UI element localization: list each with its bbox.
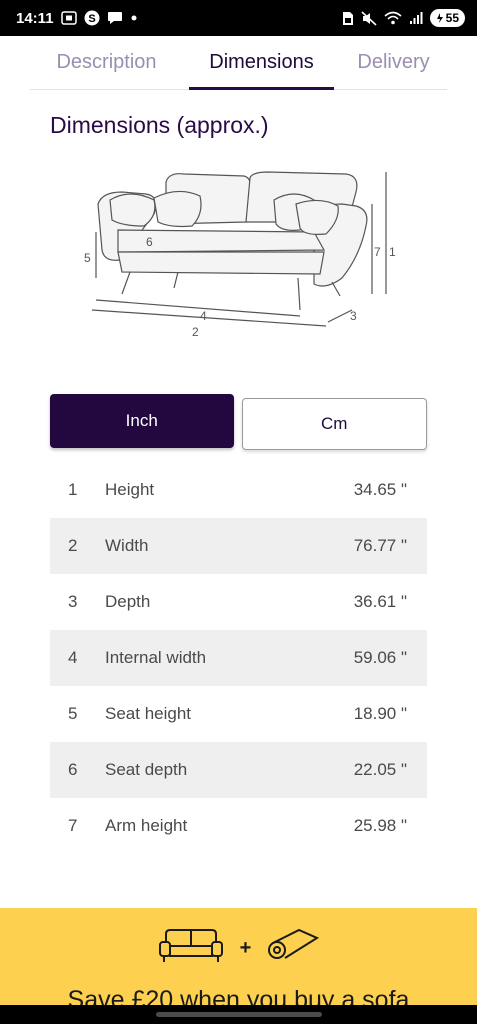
row-value: 59.06 "	[353, 648, 407, 667]
label-seat-height: 5	[84, 251, 91, 265]
product-tabs: Description Dimensions Delivery	[30, 36, 447, 90]
row-value: 18.90 "	[353, 704, 407, 723]
cm-button-label: Cm	[321, 414, 348, 433]
status-time: 14:11	[16, 9, 54, 27]
plus-icon: +	[239, 937, 252, 959]
row-number: 6	[68, 760, 78, 779]
table-row: 6 Seat depth 22.05 "	[50, 742, 427, 798]
wifi-icon	[384, 11, 402, 25]
table-row: 7 Arm height 25.98 "	[50, 798, 427, 854]
row-number: 7	[68, 816, 78, 835]
s-app-icon: S	[84, 10, 100, 26]
row-label: Width	[105, 536, 149, 555]
tab-dimensions[interactable]: Dimensions	[183, 36, 340, 90]
row-number: 5	[68, 704, 78, 723]
sofa-dimension-diagram: 6 5 4 2 3 7 1	[84, 171, 396, 339]
dimensions-table: 1 Height 34.65 " 2 Width 76.77 " 3 Depth…	[50, 462, 427, 854]
row-label: Internal width	[105, 648, 207, 667]
row-value: 36.61 "	[353, 592, 407, 611]
row-value: 34.65 "	[353, 480, 407, 499]
table-row: 3 Depth 36.61 "	[50, 574, 427, 630]
inch-button[interactable]: Inch	[50, 394, 234, 448]
tab-description[interactable]: Description	[30, 36, 183, 89]
section-title: Dimensions (approx.)	[50, 112, 269, 138]
row-label: Depth	[105, 592, 151, 611]
row-value: 76.77 "	[353, 536, 407, 555]
signal-icon	[409, 11, 423, 25]
table-row: 5 Seat height 18.90 "	[50, 686, 427, 742]
sofa-base	[117, 251, 325, 275]
row-label: Height	[105, 480, 155, 499]
sofa-pillow-2	[153, 190, 202, 228]
svg-text:S: S	[88, 13, 95, 25]
sofa-icon	[158, 928, 224, 969]
home-gesture-handle[interactable]	[156, 1012, 322, 1017]
label-width: 2	[192, 325, 199, 339]
status-bar: 14:11 S 55	[0, 0, 477, 36]
battery-icon	[436, 13, 443, 23]
battery-indicator: 55	[429, 9, 465, 27]
sofa-pillow-1	[109, 193, 156, 227]
row-value: 22.05 "	[353, 760, 407, 779]
row-number: 3	[68, 592, 78, 611]
tab-dimensions-label: Dimensions	[209, 51, 314, 73]
sim-icon	[342, 11, 354, 26]
inch-button-label: Inch	[125, 411, 158, 430]
label-arm-height: 7	[374, 245, 381, 259]
dot-icon	[130, 14, 138, 22]
label-internal-width: 4	[200, 309, 207, 323]
mute-icon	[361, 10, 377, 26]
table-row: 2 Width 76.77 "	[50, 518, 427, 574]
row-label: Seat height	[105, 704, 192, 723]
cm-button[interactable]: Cm	[241, 398, 427, 450]
row-label: Seat depth	[105, 760, 188, 779]
unit-toggle: Inch Cm	[50, 394, 427, 450]
row-label: Arm height	[105, 816, 188, 835]
label-depth: 3	[350, 309, 357, 323]
rug-roll-icon	[267, 928, 320, 969]
label-seat-depth: 6	[146, 235, 153, 249]
tab-delivery-label: Delivery	[357, 51, 430, 73]
label-height: 1	[389, 245, 396, 259]
row-value: 25.98 "	[353, 816, 407, 835]
promo-icons: +	[0, 928, 477, 969]
tab-description-label: Description	[56, 51, 157, 73]
row-number: 1	[68, 480, 78, 499]
table-row: 1 Height 34.65 "	[50, 462, 427, 518]
battery-level: 55	[445, 11, 459, 25]
row-number: 4	[68, 648, 78, 667]
table-row: 4 Internal width 59.06 "	[50, 630, 427, 686]
screenshot-icon	[60, 11, 77, 25]
chat-icon	[107, 11, 123, 25]
row-number: 2	[68, 536, 78, 555]
tab-delivery[interactable]: Delivery	[340, 36, 447, 89]
